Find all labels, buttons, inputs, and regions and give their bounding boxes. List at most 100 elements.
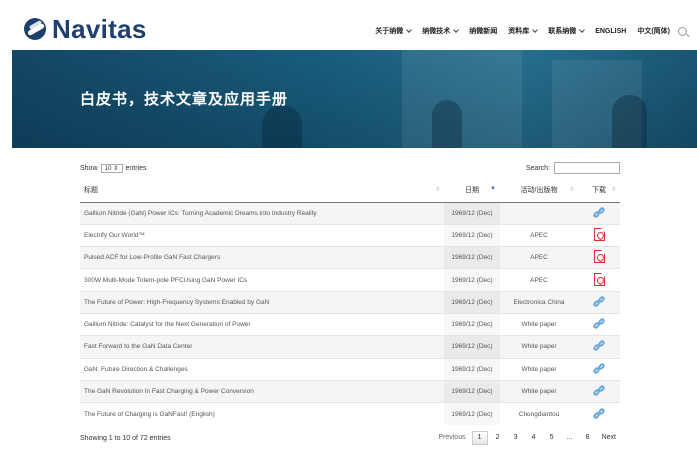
navitas-logo-icon: [24, 18, 46, 40]
table-search: Search:: [526, 162, 620, 174]
table-body: Gallium Nitride (GaN) Power ICs: Turning…: [80, 201, 620, 425]
document-date: 1969/12 (Dec): [444, 290, 500, 314]
document-date: 1969/12 (Dec): [444, 357, 500, 381]
download-cell: [578, 379, 620, 403]
link-icon[interactable]: [591, 317, 606, 330]
link-icon[interactable]: [591, 384, 606, 397]
column-header-download[interactable]: 下载 ⇕: [578, 178, 620, 203]
search-label: Search:: [525, 164, 550, 172]
pdf-icon[interactable]: [593, 272, 605, 286]
page-1-button[interactable]: 1: [471, 430, 488, 445]
nav-item-label: 关于纳微: [375, 28, 404, 35]
table-footer: Showing 1 to 10 of 72 entries Previous 1 2…: [80, 427, 620, 449]
table-row: GaN: Future Direction & Challenges 1969/1…: [80, 357, 620, 381]
nav-item-3[interactable]: 资料库: [508, 26, 539, 36]
show-label: Show: [80, 165, 98, 172]
table-row: Fast Forward to the GaN Data Center 1969/…: [80, 335, 620, 359]
page-8-button[interactable]: 8: [580, 431, 596, 445]
document-title-link[interactable]: Gallium Nitride: Catalyst for the Next G…: [80, 312, 444, 336]
document-title-link[interactable]: GaN: Future Direction & Challenges: [80, 357, 444, 381]
document-title-link[interactable]: The Future of Power: High-Frequency Syst…: [80, 290, 444, 314]
document-event: White paper: [500, 335, 578, 359]
document-date: 1969/12 (Dec): [444, 402, 500, 425]
nav-item-2[interactable]: 纳微新闻: [469, 26, 497, 36]
table-row: Electrify Our World™ 1969/12 (Dec) APEC: [80, 223, 620, 247]
download-cell: [578, 201, 620, 225]
document-event: Electronica China: [500, 290, 578, 314]
download-cell: [578, 268, 620, 292]
search-input[interactable]: [554, 162, 620, 174]
nav-item-label: 纳微技术: [422, 28, 451, 35]
chevron-down-icon: [579, 27, 586, 33]
document-title-link[interactable]: Gallium Nitride (GaN) Power ICs: Turning…: [80, 201, 444, 225]
column-header-label: 标题: [84, 186, 98, 194]
table-row: Gallium Nitride (GaN) Power ICs: Turning…: [80, 201, 620, 225]
table-row: The Future of Charging is GaNFast! (Engl…: [80, 402, 620, 425]
link-icon[interactable]: [591, 339, 606, 353]
page-length-control: Show 10 ⇕ entries: [80, 164, 147, 173]
entries-label: entries: [125, 165, 147, 172]
column-header-title[interactable]: 标题 ⇕: [80, 178, 444, 203]
document-title-link[interactable]: The Future of Charging is GaNFast! (Engl…: [80, 402, 444, 425]
navitas-logo[interactable]: Navitas: [24, 16, 147, 42]
page-length-select[interactable]: 10 ⇕: [100, 164, 123, 173]
document-event: White paper: [500, 357, 578, 381]
document-date: 1969/12 (Dec): [444, 335, 500, 359]
chevron-down-icon: [453, 27, 460, 33]
page-3-button[interactable]: 3: [508, 431, 524, 445]
column-header-label: 日期: [465, 186, 479, 194]
column-header-label: 活动/出版物: [520, 186, 558, 194]
link-icon[interactable]: [591, 361, 606, 375]
nav-item-0[interactable]: 关于纳微: [375, 26, 413, 36]
hero-banner: 白皮书，技术文章及应用手册: [12, 50, 697, 148]
nav-item-1[interactable]: 纳微技术: [422, 26, 460, 36]
pagination-ellipsis: ...: [566, 434, 573, 442]
nav-item-label: 纳微新闻: [469, 28, 498, 35]
document-date: 1969/12 (Dec): [444, 268, 500, 292]
document-title-link[interactable]: 300W Multi-Mode Totem-pole PFCUsing GaN …: [80, 268, 444, 292]
document-event: APEC: [500, 246, 578, 269]
sort-icon: ⇕: [610, 187, 616, 193]
table-info: Showing 1 to 10 of 72 entries: [80, 434, 171, 442]
download-cell: [578, 290, 620, 314]
document-title-link[interactable]: Fast Forward to the GaN Data Center: [80, 335, 444, 359]
nav-item-label: 中文(简体): [637, 28, 670, 35]
download-cell: [578, 335, 620, 359]
link-icon[interactable]: [591, 406, 606, 420]
page-length-value: 10: [104, 165, 112, 172]
nav-item-label: 资料库: [508, 28, 530, 35]
page-5-button[interactable]: 5: [544, 431, 560, 445]
document-date: 1969/12 (Dec): [444, 246, 500, 269]
link-icon[interactable]: [591, 205, 606, 219]
document-event: White paper: [500, 312, 578, 336]
document-title-link[interactable]: Electrify Our World™: [80, 223, 444, 247]
pdf-icon[interactable]: [593, 250, 605, 264]
document-date: 1969/12 (Dec): [444, 223, 500, 247]
document-title-link[interactable]: Pulsed ACF for Low-Profile GaN Fast Char…: [80, 246, 444, 269]
nav-item-5[interactable]: ENGLISH: [595, 28, 626, 35]
nav-item-6[interactable]: 中文(简体): [637, 26, 670, 36]
page-2-button[interactable]: 2: [490, 431, 506, 445]
download-cell: [578, 402, 620, 425]
table-row: The Future of Power: High-Frequency Syst…: [80, 290, 620, 314]
table-row: Gallium Nitride: Catalyst for the Next G…: [80, 312, 620, 336]
column-header-date[interactable]: 日期 ▼: [444, 178, 500, 203]
nav-item-4[interactable]: 联系纳微: [548, 26, 586, 36]
page-4-button[interactable]: 4: [526, 431, 542, 445]
previous-page-button[interactable]: Previous: [434, 431, 469, 445]
chevron-down-icon: [532, 27, 539, 33]
document-date: 1969/12 (Dec): [444, 201, 500, 225]
search-icon[interactable]: [678, 26, 687, 36]
documents-table-wrapper: Show 10 ⇕ entries Search: 标题 ⇕ 日期 ▼ 活动/出版物…: [80, 162, 620, 449]
select-arrows-icon: ⇕: [113, 166, 119, 172]
document-date: 1969/12 (Dec): [444, 379, 500, 403]
document-title-link[interactable]: The GaN Revolution In Fast Charging & Po…: [80, 379, 444, 403]
link-icon[interactable]: [591, 295, 606, 308]
pdf-icon[interactable]: [593, 227, 605, 241]
column-header-event[interactable]: 活动/出版物 ⇕: [500, 178, 578, 203]
next-page-button[interactable]: Next: [598, 431, 620, 445]
table-header-row: 标题 ⇕ 日期 ▼ 活动/出版物 ⇕ 下载 ⇕: [80, 178, 620, 203]
document-event: [500, 201, 578, 225]
download-cell: [578, 246, 620, 269]
chevron-down-icon: [406, 27, 413, 33]
